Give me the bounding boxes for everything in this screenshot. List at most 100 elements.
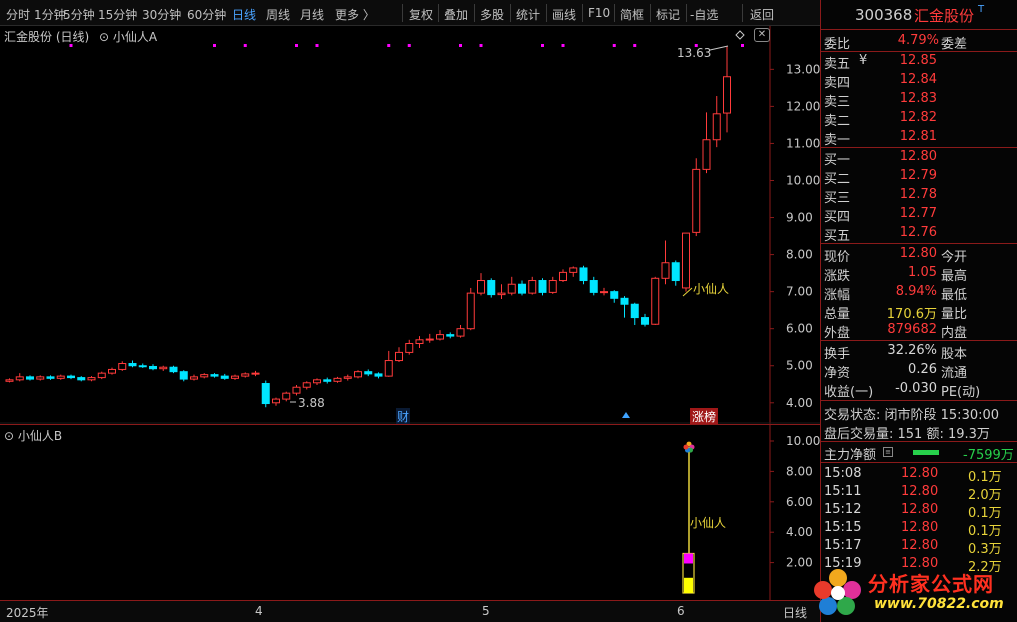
event-zhangbang-badge[interactable]: 涨榜 <box>690 408 719 425</box>
tick-row[interactable]: 15:17 12.80 0.3万 <box>821 537 1017 557</box>
price-tick-label: 5.00 <box>786 359 813 373</box>
back-button[interactable]: 返回 <box>750 6 774 23</box>
price-tick-label: 11.00 <box>786 136 820 150</box>
price-tick-label: 6.00 <box>786 322 813 336</box>
period-15min[interactable]: 15分钟 <box>98 6 137 23</box>
stat-label: 外盘 <box>824 326 851 341</box>
fundamental-value: 32.26% <box>887 343 937 358</box>
period-monthly[interactable]: 月线 <box>300 6 324 23</box>
candle-body <box>354 371 362 378</box>
indicator-a-name[interactable]: 小仙人A <box>113 30 157 44</box>
kline-chart[interactable]: 13.00 12.00 11.00 10.00 9.00 8.00 7.00 6.00 5.00… <box>0 26 820 424</box>
stat-value: 1.05 <box>908 265 937 280</box>
signal-dot <box>407 44 411 47</box>
event-cai-badge[interactable]: 财 <box>396 408 411 425</box>
period-toolbar: 分时 1分钟 5分钟 15分钟 30分钟 60分钟 日线 周线 月线 更多 〉 … <box>0 0 820 26</box>
stat-label: 涨幅 <box>824 288 851 303</box>
tick-row[interactable]: 15:12 12.80 0.1万 <box>821 501 1017 521</box>
stat-label-2: 最低 <box>941 288 968 303</box>
tick-row[interactable]: 15:11 12.80 2.0万 <box>821 483 1017 503</box>
low-price-label: 3.88 <box>298 396 325 410</box>
period-5min[interactable]: 5分钟 <box>63 6 95 23</box>
signal-dot <box>633 44 637 47</box>
period-daily[interactable]: 日线 <box>232 6 256 23</box>
tick-price: 12.80 <box>901 484 939 499</box>
stat-row: 涨幅 8.94% 最低 <box>821 283 1017 303</box>
bid-label: 买一 <box>824 153 851 168</box>
candle-body <box>67 375 75 379</box>
tick-time: 15:08 <box>824 466 862 481</box>
adjust-button[interactable]: 复权 <box>409 6 433 23</box>
signal-dot <box>387 44 391 47</box>
period-30min[interactable]: 30分钟 <box>142 6 181 23</box>
signal-dot <box>479 44 483 47</box>
fundamental-value: 0.26 <box>908 362 937 377</box>
tick-row[interactable]: 15:08 12.80 0.1万 <box>821 465 1017 485</box>
high-arrow <box>709 45 729 51</box>
main-net-row: 主力净额 ≡ -7599万 <box>821 443 1017 463</box>
price-tick-label: 13.00 <box>786 62 820 76</box>
candle-body <box>466 292 475 330</box>
stat-row: 总量 170.6万 量比 <box>821 302 1017 322</box>
indicator-b-chart[interactable]: 10.008.006.004.002.00 <box>0 425 820 601</box>
fundamental-row: 收益(一) -0.030 PE(动) <box>821 380 1017 400</box>
overlay-button[interactable]: 叠加 <box>444 6 468 23</box>
candle-body <box>251 372 260 375</box>
period-60min[interactable]: 60分钟 <box>187 6 226 23</box>
candle-body <box>528 280 537 294</box>
time-axis: 2025年 4 5 6 日线 <box>0 600 820 622</box>
tick-time: 15:15 <box>824 520 862 535</box>
f10-button[interactable]: F10 <box>588 6 610 20</box>
candle-body <box>138 365 147 368</box>
period-more[interactable]: 更多 〉 <box>335 6 375 23</box>
chart-expand-icon[interactable]: ✕ <box>754 28 770 42</box>
stat-label: 现价 <box>824 250 851 265</box>
ask-price: 12.83 <box>899 91 937 106</box>
candle-body <box>15 376 24 381</box>
statistics-button[interactable]: 统计 <box>516 6 540 23</box>
period-weekly[interactable]: 周线 <box>266 6 290 23</box>
signal-label-main: 小仙人 <box>693 282 730 296</box>
weicha-label: 委差 <box>941 37 968 52</box>
candle-body <box>159 366 168 370</box>
candle-body <box>620 297 629 305</box>
simple-frame-button[interactable]: 简框 <box>620 6 644 23</box>
stat-value: 170.6万 <box>886 307 937 322</box>
time-label-may: 5 <box>482 604 490 618</box>
candle-body <box>651 277 660 325</box>
remove-watchlist-button[interactable]: -自选 <box>690 6 718 23</box>
candle-body <box>477 280 485 294</box>
mark-button[interactable]: 标记 <box>656 6 680 23</box>
period-indicator[interactable]: 日线 <box>783 604 807 621</box>
trade-status-row: 交易状态: 闭市阶段 15:30:00 <box>821 403 1017 423</box>
fundamental-label: 净资 <box>824 366 851 381</box>
tick-price: 12.80 <box>901 520 939 535</box>
signal-box-yellow <box>684 577 693 593</box>
candle-body <box>641 317 649 325</box>
main-net-menu-icon[interactable]: ≡ <box>883 447 893 457</box>
indicator-b-name[interactable]: 小仙人B <box>18 429 62 443</box>
main-net-label: 主力净额 <box>824 448 877 463</box>
indicator-menu-icon[interactable]: ⊙ <box>99 30 109 44</box>
draw-line-button[interactable]: 画线 <box>552 6 576 23</box>
candle-body <box>323 379 332 382</box>
bid-price: 12.80 <box>899 149 937 164</box>
main-pane-title: 汇金股份 (日线) ⊙ 小仙人A <box>4 28 157 45</box>
weibi-row: 委比 4.79% 委差 <box>821 32 1017 52</box>
candle-body <box>630 303 639 319</box>
candle-body <box>671 262 680 282</box>
period-1min[interactable]: 1分钟 <box>34 6 66 23</box>
signal-dot <box>315 44 319 47</box>
indicator-b-pane[interactable]: 10.00 8.00 6.00 4.00 2.00 ⊙ 小仙人B 小仙人 <box>0 424 820 601</box>
multi-stock-button[interactable]: 多股 <box>480 6 504 23</box>
kline-chart-pane[interactable]: 13.00 12.00 11.00 10.00 9.00 8.00 7.00 6.00 5.00… <box>0 26 820 425</box>
quote-header: 300368 汇金股份 T <box>821 0 1017 30</box>
indicator-menu-icon[interactable]: ⊙ <box>4 429 14 443</box>
fundamental-label: 换手 <box>824 347 851 362</box>
tick-row[interactable]: 15:15 12.80 0.1万 <box>821 519 1017 539</box>
period-time-share[interactable]: 分时 <box>6 6 30 23</box>
stock-code: 300368 <box>855 6 913 24</box>
stat-label-2: 今开 <box>941 250 968 265</box>
signal-pointer <box>682 287 693 297</box>
ask-price: 12.85 <box>899 53 937 68</box>
